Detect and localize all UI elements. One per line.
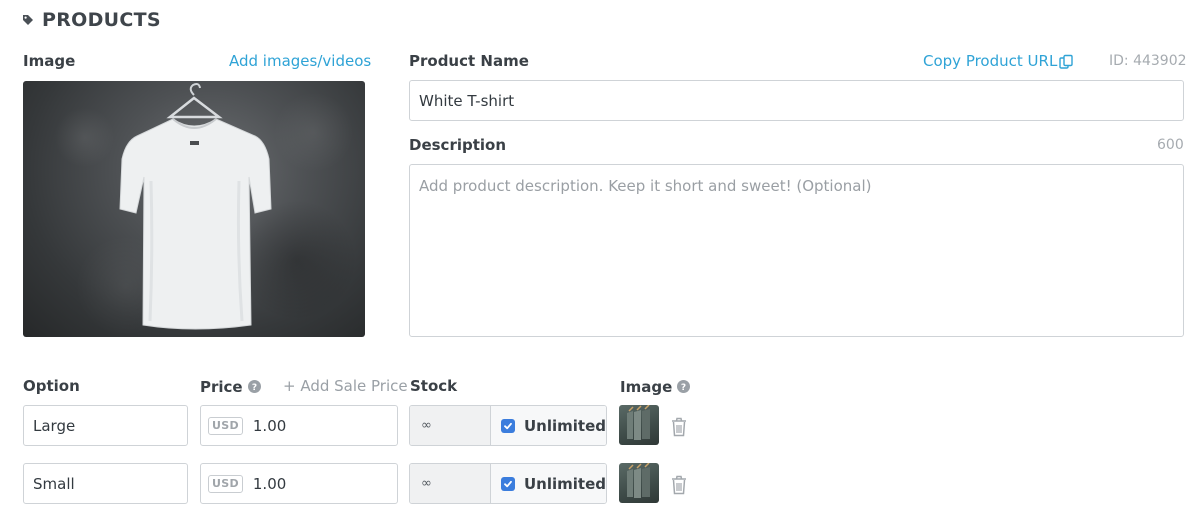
option-input[interactable] [23, 463, 188, 504]
trash-icon[interactable] [670, 475, 688, 495]
description-textarea[interactable] [409, 164, 1184, 337]
stock-field: ∞ Unlimited [409, 405, 607, 446]
unlimited-checkbox[interactable] [501, 476, 515, 491]
price-input[interactable]: USD 1.00 [200, 463, 398, 504]
add-images-link[interactable]: Add images/videos [229, 52, 371, 70]
price-value: 1.00 [252, 416, 287, 435]
option-header: Option [23, 377, 80, 395]
stock-header: Stock [410, 377, 458, 395]
image-header-label: Image [620, 378, 673, 396]
price-value: 1.00 [252, 474, 287, 493]
variant-image-thumbnail[interactable] [619, 405, 659, 445]
unlimited-toggle[interactable]: Unlimited [491, 464, 606, 503]
currency-badge: USD [208, 474, 243, 493]
check-icon [504, 480, 512, 487]
tag-icon [23, 15, 33, 25]
section-title: PRODUCTS [42, 9, 161, 31]
image-label: Image [23, 52, 76, 70]
product-name-label: Product Name [409, 52, 529, 70]
svg-text:?: ? [681, 383, 686, 393]
description-char-limit: 600 [1157, 137, 1184, 153]
help-icon[interactable]: ? [677, 380, 691, 393]
product-name-input[interactable] [409, 80, 1184, 121]
svg-text:?: ? [251, 383, 256, 393]
product-image[interactable] [23, 81, 365, 337]
section-header: PRODUCTS [22, 8, 161, 32]
option-input[interactable] [23, 405, 188, 446]
currency-badge: USD [208, 416, 243, 435]
check-icon [504, 422, 512, 429]
help-icon[interactable]: ? [247, 380, 261, 393]
copy-icon[interactable] [1058, 54, 1074, 70]
price-header: Price? [200, 377, 261, 396]
unlimited-checkbox[interactable] [501, 418, 515, 433]
stock-field: ∞ Unlimited [409, 463, 607, 504]
add-sale-price-link[interactable]: + Add Sale Price [283, 377, 408, 395]
stock-quantity-input[interactable]: ∞ [410, 464, 491, 503]
copy-product-url-link[interactable]: Copy Product URL [923, 52, 1057, 70]
price-header-label: Price [200, 378, 243, 396]
unlimited-toggle[interactable]: Unlimited [491, 406, 606, 445]
unlimited-label: Unlimited [524, 474, 606, 493]
product-id: ID: 443902 [1109, 53, 1187, 69]
unlimited-label: Unlimited [524, 416, 606, 435]
description-label: Description [409, 136, 507, 154]
trash-icon[interactable] [670, 417, 688, 437]
variant-image-thumbnail[interactable] [619, 463, 659, 503]
price-input[interactable]: USD 1.00 [200, 405, 398, 446]
stock-quantity-input[interactable]: ∞ [410, 406, 491, 445]
image-header: Image? [620, 377, 691, 396]
